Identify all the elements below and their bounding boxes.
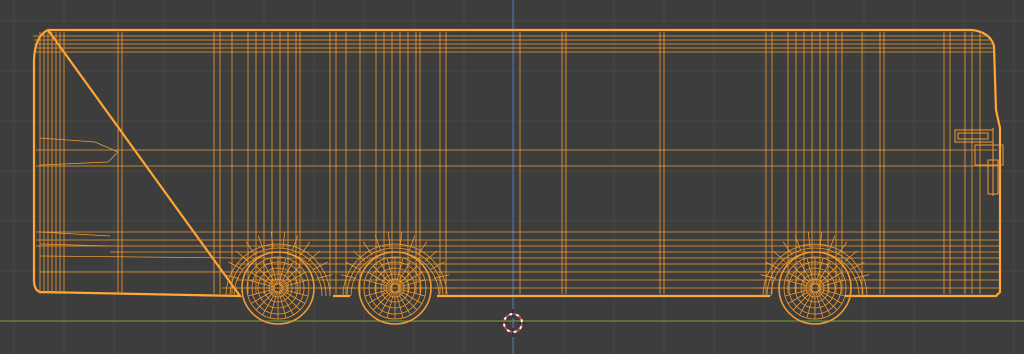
bus-wireframe-mesh[interactable] — [32, 28, 1004, 325]
rear-mirror — [954, 128, 1004, 196]
bus-body-outline[interactable] — [32, 28, 1002, 298]
bus-horizontal-edges — [33, 35, 1000, 289]
3d-viewport[interactable] — [0, 0, 1024, 354]
